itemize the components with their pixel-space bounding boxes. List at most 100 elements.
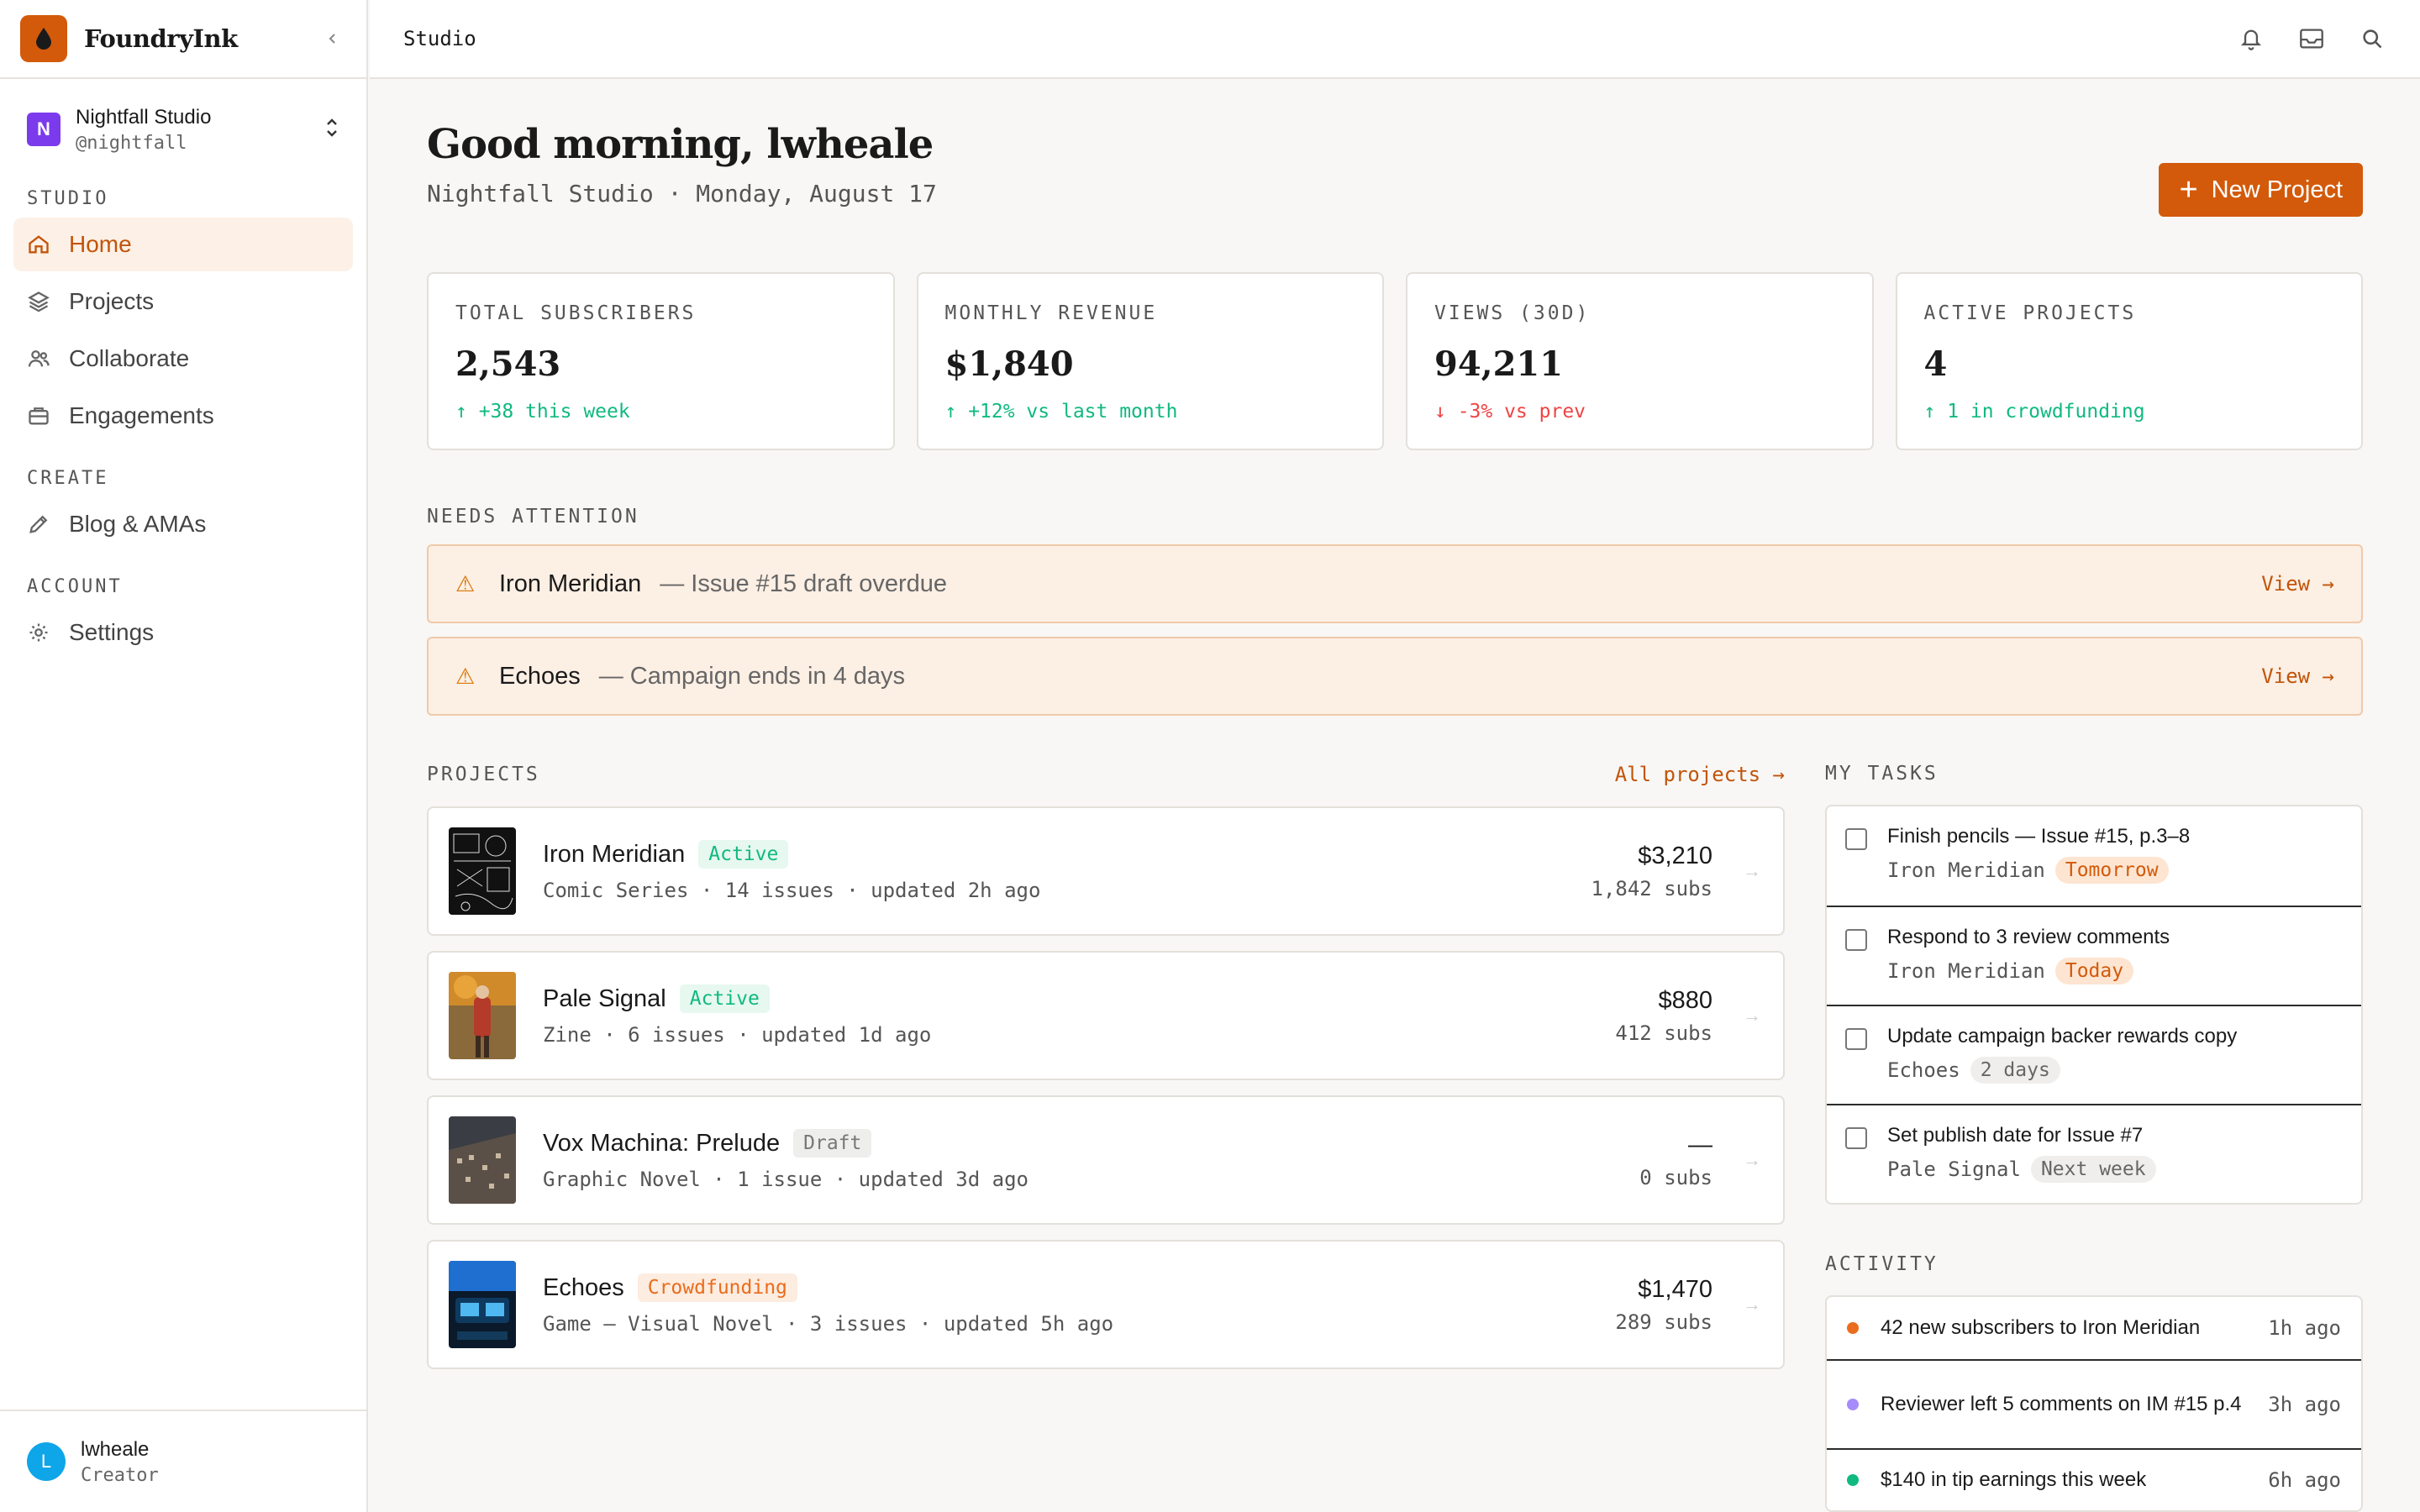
section-label: MY TASKS	[1825, 763, 1939, 785]
project-card[interactable]: Vox Machina: Prelude Draft Graphic Novel…	[427, 1095, 1785, 1225]
activity-dot	[1847, 1399, 1859, 1410]
project-card[interactable]: Pale Signal Active Zine · 6 issues · upd…	[427, 951, 1785, 1080]
task-list: Finish pencils — Issue #15, p.3–8 Iron M…	[1825, 805, 2363, 1205]
status-badge: Crowdfunding	[637, 1273, 797, 1302]
sidebar-item-home[interactable]: Home	[13, 218, 353, 271]
project-subs: 0 subs	[1639, 1165, 1712, 1189]
workspace-name: Nightfall Studio	[76, 105, 212, 129]
nav-section-studio: STUDIO	[27, 188, 109, 209]
view-link[interactable]: View →	[2261, 664, 2334, 688]
alert-description: — Issue #15 draft overdue	[660, 570, 948, 597]
project-thumbnail	[449, 1261, 516, 1348]
activity-time: 6h ago	[2268, 1468, 2341, 1492]
sidebar-item-label: Engagements	[69, 402, 214, 428]
task-checkbox[interactable]	[1845, 929, 1867, 951]
stat-label: TOTAL SUBSCRIBERS	[455, 302, 697, 324]
nav-section-create: CREATE	[27, 468, 109, 489]
task-item: Respond to 3 review comments Iron Meridi…	[1827, 906, 2361, 1005]
project-subs: 1,842 subs	[1591, 876, 1713, 900]
task-item: Update campaign backer rewards copy Echo…	[1827, 1005, 2361, 1104]
alert-description: — Campaign ends in 4 days	[598, 662, 906, 690]
user-profile[interactable]: L lwheale Creator	[0, 1410, 366, 1512]
sidebar-item-label: Blog & AMAs	[69, 511, 207, 537]
alert-title: Echoes	[499, 662, 581, 690]
task-item: Set publish date for Issue #7 Pale Signa…	[1827, 1104, 2361, 1203]
task-project: Iron Meridian	[1887, 959, 2045, 983]
brand-name: FoundryInk	[84, 24, 238, 53]
users-icon	[27, 345, 54, 372]
brand-header: FoundryInk	[0, 0, 366, 79]
new-project-button[interactable]: + New Project	[2159, 163, 2363, 217]
inbox-icon[interactable]	[2297, 24, 2326, 53]
activity-dot	[1847, 1474, 1859, 1486]
project-thumbnail	[449, 827, 516, 915]
arrow-right-icon: →	[1743, 1005, 1761, 1026]
home-icon	[27, 231, 54, 258]
section-label: NEEDS ATTENTION	[427, 506, 639, 528]
briefcase-icon	[27, 402, 54, 429]
page-title: Good morning, lwheale	[427, 121, 934, 168]
sidebar-item-label: Collaborate	[69, 345, 190, 371]
stat-label: MONTHLY REVENUE	[944, 302, 1158, 324]
project-card[interactable]: Iron Meridian Active Comic Series · 14 i…	[427, 806, 1785, 936]
sidebar-item-label: Projects	[69, 288, 155, 314]
activity-text: Reviewer left 5 comments on IM #15 p.4	[1881, 1392, 2242, 1415]
new-project-label: New Project	[2211, 176, 2343, 203]
project-revenue: —	[1688, 1131, 1712, 1158]
due-badge: Today	[2054, 958, 2134, 984]
bell-icon[interactable]	[2237, 24, 2265, 53]
all-projects-link[interactable]: All projects →	[1615, 763, 1785, 786]
sidebar-item-label: Settings	[69, 619, 155, 645]
user-role: Creator	[81, 1464, 159, 1486]
sidebar-item-blog[interactable]: Blog & AMAs	[13, 497, 353, 551]
stat-delta: ↑ 1 in crowdfunding	[1923, 401, 2145, 423]
activity-feed: 42 new subscribers to Iron Meridian 1h a…	[1825, 1295, 2363, 1512]
due-badge: Tomorrow	[2054, 857, 2169, 884]
stat-value: $1,840	[944, 344, 1074, 384]
activity-item: Reviewer left 5 comments on IM #15 p.4 3…	[1827, 1359, 2361, 1448]
collapse-sidebar-icon[interactable]	[319, 25, 346, 52]
project-name: Vox Machina: Prelude	[543, 1129, 781, 1157]
activity-text: $140 in tip earnings this week	[1881, 1467, 2147, 1491]
activity-time: 1h ago	[2268, 1316, 2341, 1340]
search-icon[interactable]	[2358, 24, 2386, 53]
attention-alert[interactable]: ⚠ Iron Meridian — Issue #15 draft overdu…	[427, 544, 2363, 623]
project-revenue: $1,470	[1638, 1275, 1712, 1303]
task-checkbox[interactable]	[1845, 828, 1867, 850]
project-name: Echoes	[543, 1273, 624, 1301]
stat-delta: ↑ +38 this week	[455, 401, 630, 423]
plus-icon: +	[2179, 172, 2198, 207]
project-name: Iron Meridian	[543, 840, 686, 868]
stat-card-revenue: MONTHLY REVENUE $1,840 ↑ +12% vs last mo…	[916, 272, 1384, 450]
stat-card-views: VIEWS (30D) 94,211 ↓ -3% vs prev	[1406, 272, 1874, 450]
project-card[interactable]: Echoes Crowdfunding Game — Visual Novel …	[427, 1240, 1785, 1369]
task-project: Pale Signal	[1887, 1158, 2021, 1181]
workspace-switcher[interactable]: N Nightfall Studio @nightfall	[13, 96, 353, 163]
arrow-right-icon: →	[1743, 1294, 1761, 1315]
project-meta: Zine · 6 issues · updated 1d ago	[543, 1023, 932, 1047]
activity-dot	[1847, 1322, 1859, 1334]
attention-alert[interactable]: ⚠ Echoes — Campaign ends in 4 days View …	[427, 637, 2363, 716]
brand-logo-icon[interactable]	[20, 15, 67, 62]
task-title: Update campaign backer rewards copy	[1887, 1025, 2238, 1047]
activity-time: 3h ago	[2268, 1393, 2341, 1416]
sidebar-item-collaborate[interactable]: Collaborate	[13, 332, 353, 386]
arrow-right-icon: →	[1743, 860, 1761, 881]
sidebar: FoundryInk N Nightfall Studio @nightfall…	[0, 0, 368, 1512]
task-project: Echoes	[1887, 1058, 1960, 1082]
activity-item: 42 new subscribers to Iron Meridian 1h a…	[1827, 1297, 2361, 1359]
stat-card-subscribers: TOTAL SUBSCRIBERS 2,543 ↑ +38 this week	[427, 272, 895, 450]
task-checkbox[interactable]	[1845, 1127, 1867, 1149]
view-link[interactable]: View →	[2261, 572, 2334, 596]
task-title: Finish pencils — Issue #15, p.3–8	[1887, 825, 2191, 848]
project-name: Pale Signal	[543, 984, 666, 1012]
sidebar-item-settings[interactable]: Settings	[13, 606, 353, 659]
sidebar-item-projects[interactable]: Projects	[13, 275, 353, 328]
section-label: ACTIVITY	[1825, 1253, 1939, 1275]
project-revenue: $3,210	[1638, 842, 1712, 869]
stats-row: TOTAL SUBSCRIBERS 2,543 ↑ +38 this week …	[427, 272, 2363, 450]
task-checkbox[interactable]	[1845, 1028, 1867, 1050]
topbar: Studio	[370, 0, 2420, 79]
activity-item: $140 in tip earnings this week 6h ago	[1827, 1448, 2361, 1510]
sidebar-item-engagements[interactable]: Engagements	[13, 389, 353, 443]
